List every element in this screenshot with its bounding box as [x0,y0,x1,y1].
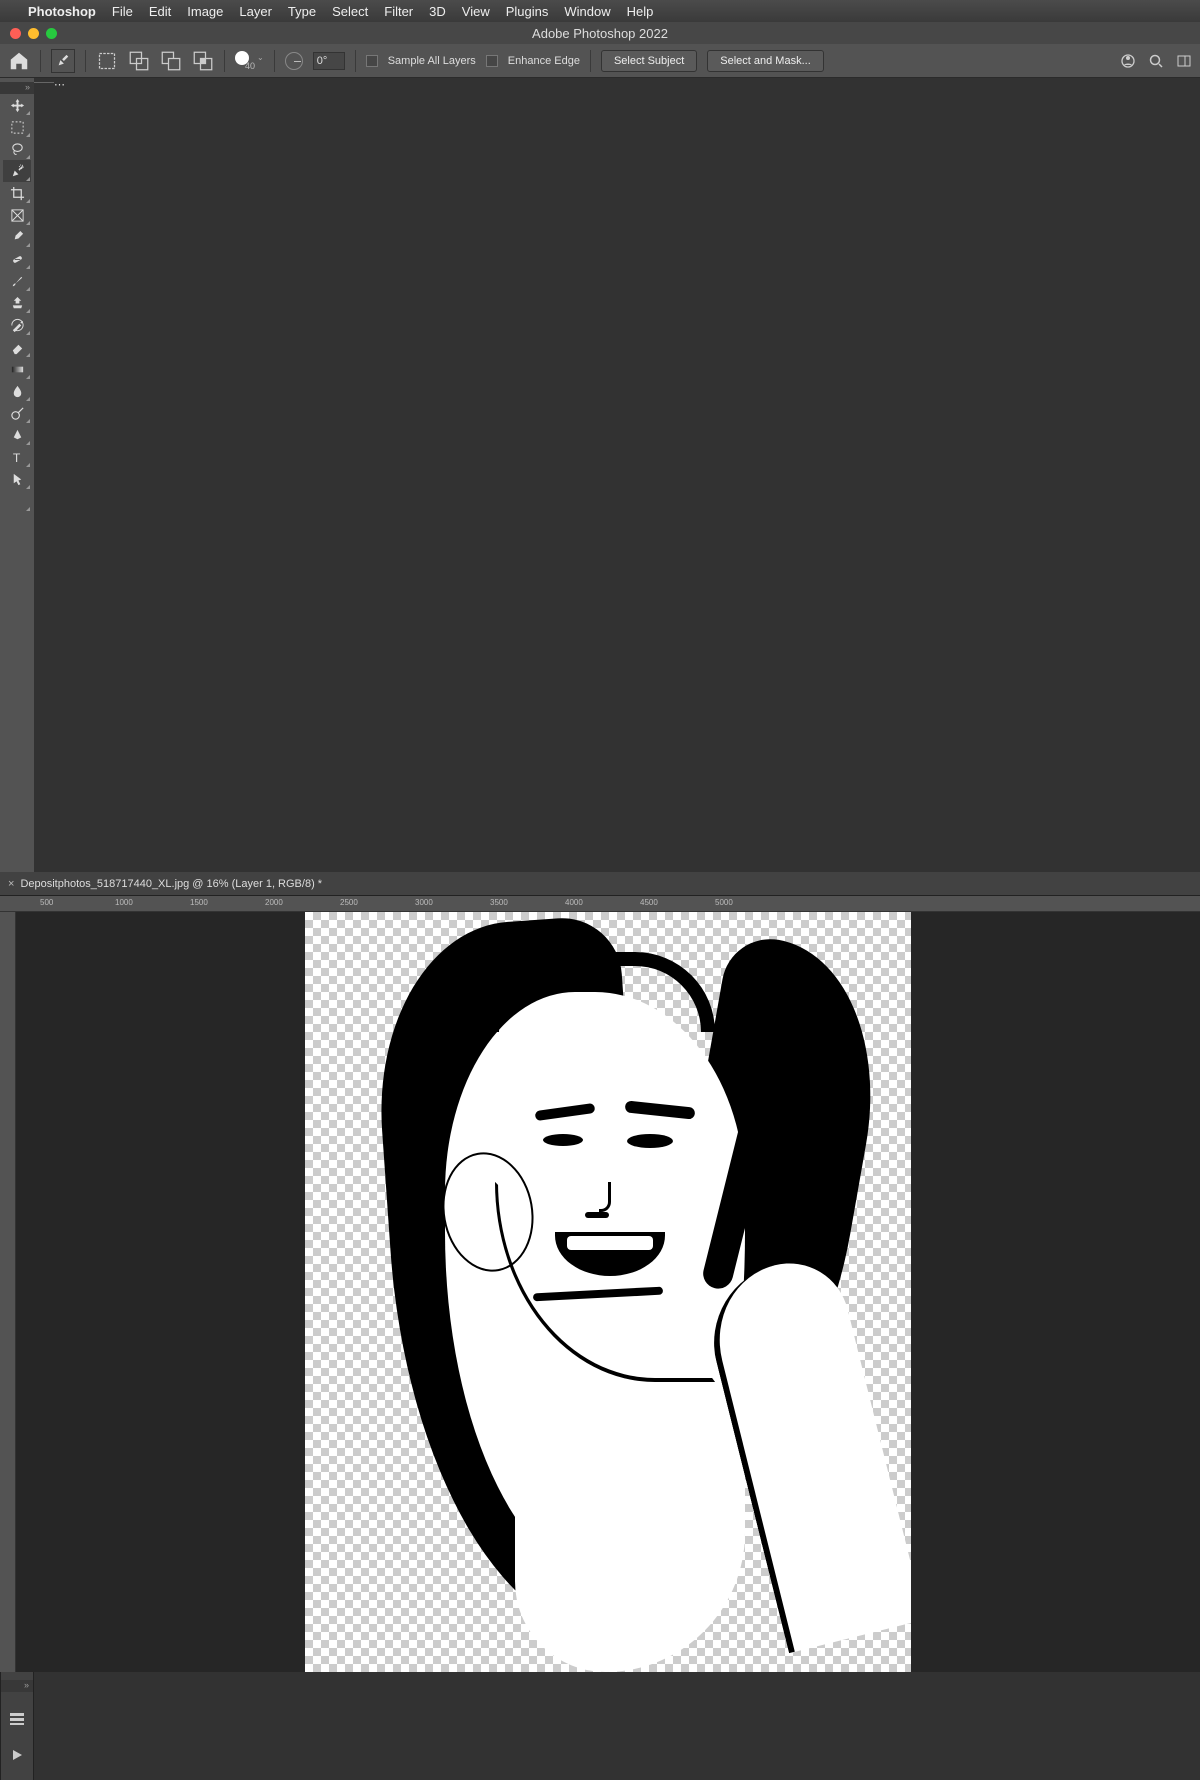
lasso-tool[interactable] [3,138,31,160]
gradient-tool[interactable] [3,358,31,380]
healing-brush-tool[interactable] [3,248,31,270]
select-subject-button[interactable]: Select Subject [601,50,697,72]
canvas-image [305,912,911,1672]
search-icon[interactable] [1148,53,1164,69]
mac-menubar: Photoshop File Edit Image Layer Type Sel… [0,0,1200,22]
menu-layer[interactable]: Layer [239,4,272,19]
document-area: × Depositphotos_518717440_XL.jpg @ 16% (… [0,872,1200,1672]
ruler-tick: 5000 [715,898,733,907]
options-bar: 40 ⌄ Sample All Layers Enhance Edge Sele… [0,44,1200,78]
intersect-selection-icon[interactable] [192,50,214,72]
ruler-tick: 1500 [190,898,208,907]
close-tab-icon[interactable]: × [8,878,14,890]
enhance-edge-label: Enhance Edge [508,55,580,67]
type-tool[interactable]: T [3,446,31,468]
quick-selection-tool[interactable] [3,160,31,182]
subtract-selection-icon[interactable] [160,50,182,72]
ruler-tick: 4500 [640,898,658,907]
app-name[interactable]: Photoshop [28,4,96,19]
select-and-mask-button[interactable]: Select and Mask... [707,50,824,72]
actions-panel-icon[interactable] [8,1746,26,1764]
brush-size-label: 40 [245,61,255,71]
ruler-tick: 3000 [415,898,433,907]
menu-image[interactable]: Image [187,4,223,19]
marquee-tool[interactable] [3,116,31,138]
eyedropper-tool[interactable] [3,226,31,248]
menu-filter[interactable]: Filter [384,4,413,19]
blur-tool[interactable] [3,380,31,402]
window-title: Adobe Photoshop 2022 [0,26,1200,41]
tools-collapse-icon[interactable]: » [0,82,34,94]
menu-help[interactable]: Help [627,4,654,19]
artboard[interactable] [305,912,911,1672]
move-tool[interactable] [3,94,31,116]
add-selection-icon[interactable] [128,50,150,72]
ruler-vertical[interactable] [0,912,16,1672]
ruler-tick: 2500 [340,898,358,907]
menu-type[interactable]: Type [288,4,316,19]
eraser-tool[interactable] [3,336,31,358]
sample-all-label: Sample All Layers [388,55,476,67]
menu-plugins[interactable]: Plugins [506,4,549,19]
ruler-tick: 500 [40,898,53,907]
collapsed-panels-strip: » [0,1672,34,1780]
brush-angle-input[interactable] [313,52,345,70]
tool-preset-picker[interactable] [51,49,75,73]
menu-view[interactable]: View [462,4,490,19]
canvas[interactable] [16,912,1200,1672]
brush-angle-icon[interactable] [285,52,303,70]
history-panel-icon[interactable] [8,1710,26,1728]
cloud-docs-icon[interactable] [1120,53,1136,69]
ruler-tick: 4000 [565,898,583,907]
new-selection-icon[interactable] [96,50,118,72]
enhance-edge-checkbox[interactable] [486,55,498,67]
crop-tool[interactable] [3,182,31,204]
menu-file[interactable]: File [112,4,133,19]
menu-select[interactable]: Select [332,4,368,19]
edit-toolbar-icon[interactable]: ⋯ [54,78,65,92]
home-icon[interactable] [8,50,30,72]
history-brush-tool[interactable] [3,314,31,336]
document-tab-label: Depositphotos_518717440_XL.jpg @ 16% (La… [20,878,322,890]
document-tab[interactable]: × Depositphotos_518717440_XL.jpg @ 16% (… [0,872,1200,896]
path-selection-tool[interactable] [3,468,31,490]
shape-tool[interactable] [3,490,31,512]
sample-all-checkbox[interactable] [366,55,378,67]
ruler-tick: 1000 [115,898,133,907]
dodge-tool[interactable] [3,402,31,424]
pen-tool[interactable] [3,424,31,446]
ruler-tick: 3500 [490,898,508,907]
ruler-horizontal[interactable]: 500 1000 1500 2000 2500 3000 3500 4000 4… [0,896,1200,912]
ruler-tick: 2000 [265,898,283,907]
menu-window[interactable]: Window [564,4,610,19]
brush-dropdown-icon[interactable]: ⌄ [257,53,264,62]
expand-panels-icon[interactable]: » [1,1680,33,1692]
window-titlebar: Adobe Photoshop 2022 [0,22,1200,44]
menu-3d[interactable]: 3D [429,4,446,19]
svg-text:T: T [12,451,20,465]
clone-stamp-tool[interactable] [3,292,31,314]
brush-tool[interactable] [3,270,31,292]
frame-tool[interactable] [3,204,31,226]
menu-edit[interactable]: Edit [149,4,171,19]
workspace-switcher-icon[interactable] [1176,53,1192,69]
tools-panel: » T [0,78,34,872]
